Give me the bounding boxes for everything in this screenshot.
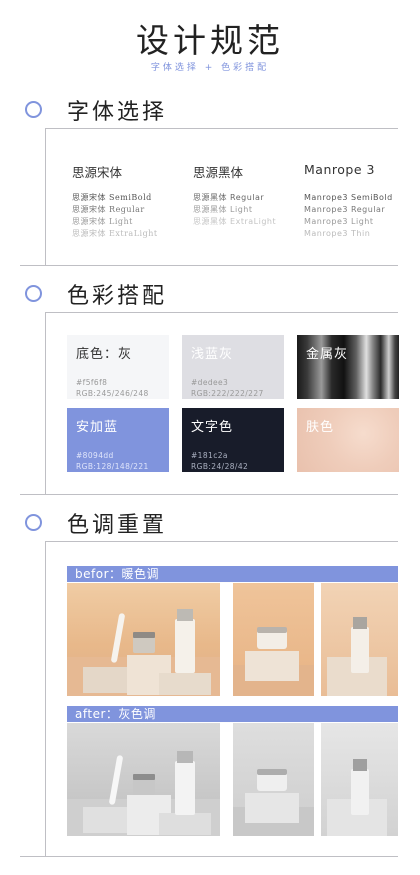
product-illustration bbox=[327, 759, 387, 836]
section-title-tones: 色调重置 bbox=[67, 513, 168, 538]
product-illustration bbox=[67, 751, 220, 836]
swatch-name: 金属灰 bbox=[306, 347, 349, 362]
section-marker-icon bbox=[25, 514, 42, 531]
font-weight-item: 思源宋体 Light bbox=[72, 217, 133, 226]
section-divider bbox=[20, 856, 398, 857]
after-photo-jar bbox=[233, 723, 314, 836]
swatch-hex: #181c2a bbox=[191, 451, 228, 460]
color-swatch-light-blue-gray: 浅蓝灰 #dedee3 RGB:222/222/227 bbox=[182, 335, 284, 399]
swatch-name: 浅蓝灰 bbox=[191, 347, 234, 362]
font-weights-heiti: 思源黑体 Regular 思源黑体 Light 思源黑体 ExtraLight bbox=[193, 192, 276, 228]
swatch-rgb: RGB:128/148/221 bbox=[76, 462, 149, 471]
section-divider bbox=[45, 541, 398, 542]
font-weight-item: 思源宋体 Regular bbox=[72, 205, 145, 214]
before-label-band: befor：暖色调 bbox=[67, 566, 398, 582]
before-photo-bottle bbox=[321, 583, 398, 696]
swatch-name: 底色：灰 bbox=[76, 347, 133, 362]
color-swatch-skin: 肤色 bbox=[297, 408, 399, 472]
page-subtitle: 字体选择 + 色彩搭配 bbox=[150, 63, 270, 73]
font-weight-item: Manrope3 Regular bbox=[304, 205, 386, 214]
swatch-name: 肤色 bbox=[306, 420, 335, 435]
color-swatch-text: 文字色 #181c2a RGB:24/28/42 bbox=[182, 408, 284, 472]
swatch-hex: #f5f6f8 bbox=[76, 378, 108, 387]
section-marker-icon bbox=[25, 101, 42, 118]
font-name-manrope: Manrope 3 bbox=[304, 162, 375, 177]
section-rail bbox=[45, 128, 46, 266]
after-label-band: after：灰色调 bbox=[67, 706, 398, 722]
section-rail bbox=[45, 312, 46, 495]
swatch-name: 文字色 bbox=[191, 420, 234, 435]
section-marker-icon bbox=[25, 285, 42, 302]
section-title-fonts: 字体选择 bbox=[67, 100, 168, 125]
after-photo-large bbox=[67, 723, 220, 836]
font-weights-manrope: Manrope3 SemiBold Manrope3 Regular Manro… bbox=[304, 192, 393, 240]
section-divider bbox=[45, 312, 398, 313]
after-photo-bottle bbox=[321, 723, 398, 836]
color-swatch-base-gray: 底色：灰 #f5f6f8 RGB:245/246/248 bbox=[67, 335, 169, 399]
swatch-name: 安加蓝 bbox=[76, 420, 119, 435]
font-weight-item: Manrope3 Light bbox=[304, 217, 374, 226]
product-illustration bbox=[233, 627, 314, 696]
swatch-rgb: RGB:245/246/248 bbox=[76, 389, 149, 398]
before-photo-jar bbox=[233, 583, 314, 696]
color-swatch-metal-gray: 金属灰 bbox=[297, 335, 399, 399]
swatch-rgb: RGB:24/28/42 bbox=[191, 462, 249, 471]
swatch-rgb: RGB:222/222/227 bbox=[191, 389, 264, 398]
font-weight-item: 思源黑体 Light bbox=[193, 205, 253, 214]
font-name-heiti: 思源黑体 bbox=[193, 165, 244, 180]
font-weight-item: Manrope3 SemiBold bbox=[304, 193, 393, 202]
section-divider bbox=[20, 265, 398, 266]
product-illustration bbox=[327, 617, 387, 696]
font-weight-item: Manrope3 Thin bbox=[304, 229, 371, 238]
section-title-colors: 色彩搭配 bbox=[67, 284, 168, 309]
product-illustration bbox=[233, 769, 314, 836]
color-swatch-accent-blue: 安加蓝 #8094dd RGB:128/148/221 bbox=[67, 408, 169, 472]
font-weights-songti: 思源宋体 SemiBold 思源宋体 Regular 思源宋体 Light 思源… bbox=[72, 192, 158, 240]
product-illustration bbox=[67, 609, 220, 696]
section-divider bbox=[20, 494, 398, 495]
before-photo-large bbox=[67, 583, 220, 696]
swatch-hex: #8094dd bbox=[76, 451, 114, 460]
font-weight-item: 思源宋体 SemiBold bbox=[72, 193, 152, 202]
font-weight-item: 思源宋体 ExtraLight bbox=[72, 229, 158, 238]
section-rail bbox=[45, 541, 46, 857]
font-name-songti: 思源宋体 bbox=[72, 165, 123, 180]
section-divider bbox=[45, 128, 398, 129]
font-weight-item: 思源黑体 Regular bbox=[193, 193, 265, 202]
swatch-hex: #dedee3 bbox=[191, 378, 229, 387]
font-weight-item: 思源黑体 ExtraLight bbox=[193, 217, 277, 226]
page-title: 设计规范 bbox=[136, 21, 284, 60]
